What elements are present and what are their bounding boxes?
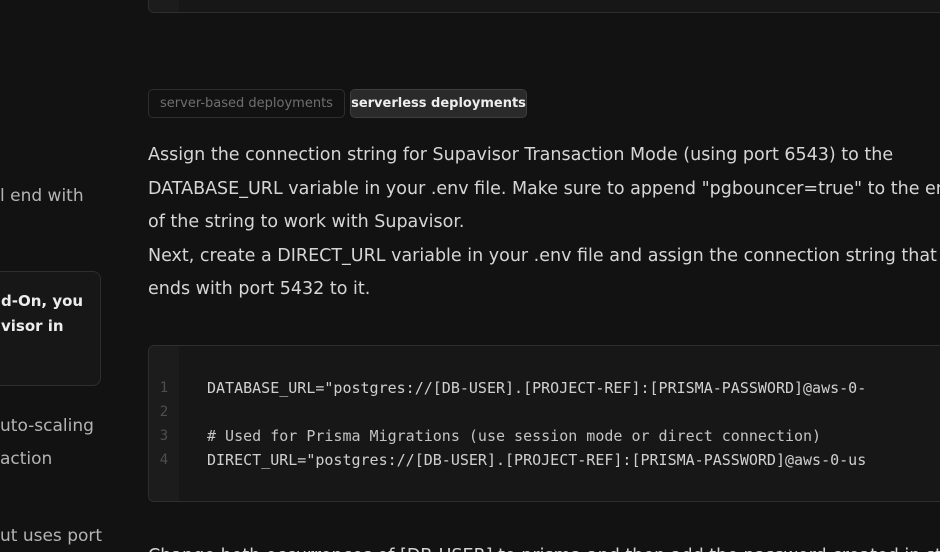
paragraph-line: DATABASE_URL variable in your .env file.… bbox=[148, 178, 940, 199]
code-text: DIRECT_URL="postgres://[DB-USER].[PROJEC… bbox=[207, 451, 867, 469]
paragraph-line: ends with port 5432 to it. bbox=[148, 279, 371, 299]
docs-page: l end with d-On, you visor in uto-scalin… bbox=[0, 0, 940, 552]
line-number: 1 bbox=[159, 380, 169, 396]
paragraph-line: Assign the connection string for Supavis… bbox=[148, 145, 894, 165]
paragraph-line: of the string to work with Supavisor. bbox=[148, 212, 465, 232]
code-comment: # Used for Prisma Migrations (use sessio… bbox=[207, 427, 822, 445]
env-code-block[interactable]: 1 DATABASE_URL="postgres://[DB-USER].[PR… bbox=[148, 345, 940, 502]
line-number: 3 bbox=[159, 428, 169, 444]
line-number: 4 bbox=[159, 452, 169, 468]
left-text-line: uto-scaling bbox=[0, 416, 94, 436]
previous-code-block bbox=[148, 0, 940, 13]
instructions-paragraph: Assign the connection string for Supavis… bbox=[148, 139, 940, 307]
code-text: DATABASE_URL="postgres://[DB-USER].[PROJ… bbox=[207, 379, 867, 397]
left-text-line: l end with bbox=[0, 186, 84, 206]
left-callout-card: d-On, you visor in bbox=[0, 271, 101, 386]
tab-serverless-deployments[interactable]: serverless deployments bbox=[350, 89, 527, 118]
left-text-line: action bbox=[0, 449, 53, 469]
left-text-line: ut uses port bbox=[0, 526, 103, 546]
left-card-line: visor in bbox=[1, 317, 64, 335]
left-card-line: d-On, you bbox=[1, 292, 84, 310]
code-gutter bbox=[149, 0, 179, 12]
line-number: 2 bbox=[159, 404, 169, 420]
tab-server-based-deployments[interactable]: server-based deployments bbox=[148, 89, 345, 118]
paragraph-line: Next, create a DIRECT_URL variable in yo… bbox=[148, 245, 937, 266]
left-clipped-column: l end with d-On, you visor in uto-scalin… bbox=[0, 0, 110, 552]
next-paragraph-line: Change both occurrences of [DB-USER] to … bbox=[148, 540, 940, 552]
